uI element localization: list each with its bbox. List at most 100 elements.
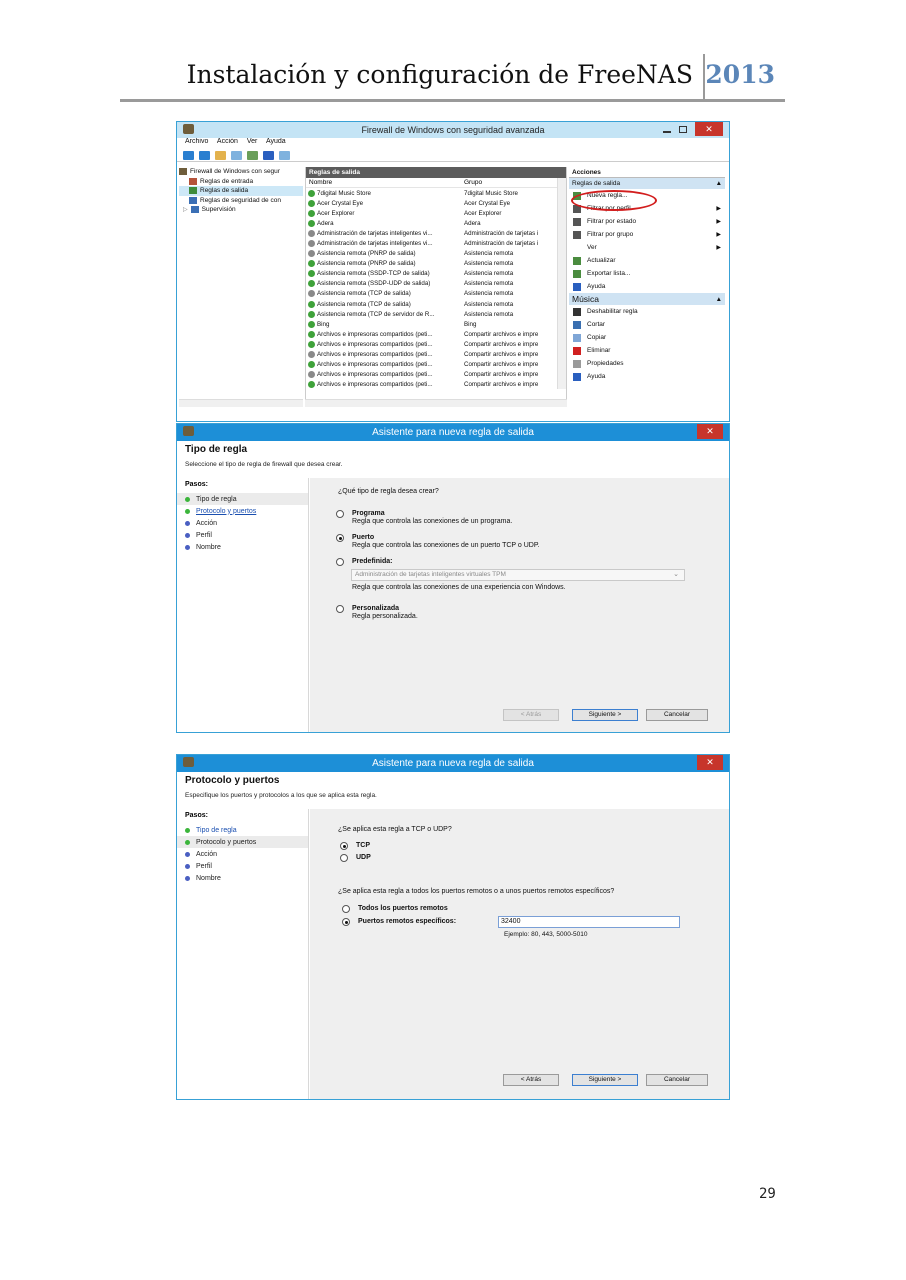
export-icon (573, 269, 581, 278)
rules-vertical-scrollbar[interactable] (557, 178, 566, 389)
action-item[interactable]: Copiar (569, 331, 725, 344)
option-predefined[interactable]: Predefinida: (336, 558, 392, 566)
tree-item-root[interactable]: Firewall de Windows con segur (179, 167, 303, 177)
column-name[interactable]: Nombre (306, 178, 464, 187)
folder-up-icon[interactable] (215, 150, 226, 160)
table-row[interactable]: Asistencia remota (TCP de salida) Asisten… (306, 289, 566, 299)
table-row[interactable]: Bing Bing (306, 319, 566, 329)
option-all-ports[interactable]: Todos los puertos remotos (342, 905, 448, 913)
actions-group-selected-rule[interactable]: Música ▲ (569, 293, 725, 305)
tree-item-monitoring[interactable]: ▷ Supervisión (179, 205, 303, 215)
table-row[interactable]: Archivos e impresoras compartidos (peti.… (306, 360, 566, 370)
radio-specific-ports[interactable] (342, 918, 350, 926)
cancel-button[interactable]: Cancelar (646, 1074, 708, 1086)
table-row[interactable]: Archivos e impresoras compartidos (peti.… (306, 339, 566, 349)
action-item[interactable]: Filtrar por estado ▶ (569, 215, 725, 228)
table-row[interactable]: Administración de tarjetas inteligentes … (306, 228, 566, 238)
rule-enabled-icon (308, 199, 315, 207)
table-row[interactable]: Archivos e impresoras compartidos (peti.… (306, 350, 566, 360)
radio-port[interactable] (336, 534, 344, 542)
radio-all-ports[interactable] (342, 905, 350, 913)
table-row[interactable]: Asistencia remota (TCP de servidor de R.… (306, 309, 566, 319)
rule-enabled-icon (308, 219, 315, 227)
option-custom[interactable]: Personalizada Regla personalizada. (336, 605, 418, 620)
table-row[interactable]: Archivos e impresoras compartidos (peti.… (306, 380, 566, 390)
option-specific-ports[interactable]: Puertos remotos específicos: (342, 918, 456, 926)
radio-custom[interactable] (336, 605, 344, 613)
back-arrow-icon[interactable] (183, 150, 194, 160)
option-tcp[interactable]: TCP (340, 842, 370, 850)
action-item[interactable]: Ver ▶ (569, 241, 725, 254)
table-row[interactable]: Asistencia remota (PNRP de salida) Asiste… (306, 249, 566, 259)
tree-item-inbound[interactable]: Reglas de entrada (179, 177, 303, 187)
column-group[interactable]: Grupo (464, 178, 558, 187)
table-row[interactable]: Archivos e impresoras compartidos (peti.… (306, 370, 566, 380)
back-button[interactable]: < Atrás (503, 709, 559, 721)
cancel-button[interactable]: Cancelar (646, 709, 708, 721)
table-row[interactable]: Acer Crystal Eye Acer Crystal Eye (306, 198, 566, 208)
option-program[interactable]: Programa Regla que controla las conexione… (336, 510, 512, 525)
expand-arrow-icon[interactable]: ▷ (183, 206, 188, 213)
step-protocol-ports[interactable]: Protocolo y puertos (177, 505, 308, 517)
actions-group-outbound[interactable]: Reglas de salida ▲ (569, 178, 725, 189)
table-row[interactable]: Adera Adera (306, 218, 566, 228)
action-item[interactable]: Filtrar por grupo ▶ (569, 228, 725, 241)
table-row[interactable]: Administración de tarjetas inteligentes … (306, 238, 566, 248)
table-row[interactable]: 7digital Music Store 7digital Music Store (306, 188, 566, 198)
tree-item-outbound[interactable]: Reglas de salida (179, 186, 303, 196)
action-item[interactable]: Exportar lista... (569, 267, 725, 280)
step-rule-type[interactable]: Tipo de regla (177, 493, 308, 505)
tree-item-connection-security[interactable]: Reglas de seguridad de con (179, 196, 303, 206)
back-button[interactable]: < Atrás (503, 1074, 559, 1086)
radio-udp[interactable] (340, 854, 348, 862)
action-item[interactable]: Deshabilitar regla (569, 305, 725, 318)
option-port[interactable]: Puerto Regla que controla las conexiones … (336, 534, 540, 549)
forward-arrow-icon[interactable] (199, 150, 210, 160)
action-item[interactable]: Actualizar (569, 254, 725, 267)
radio-tcp[interactable] (340, 842, 348, 850)
menu-archivo[interactable]: Archivo (185, 138, 208, 145)
rules-horizontal-scrollbar[interactable] (305, 399, 567, 407)
table-row[interactable]: Archivos e impresoras compartidos (peti.… (306, 329, 566, 339)
tree-horizontal-scrollbar[interactable] (179, 399, 303, 407)
next-button[interactable]: Siguiente > (572, 709, 638, 721)
option-udp[interactable]: UDP (340, 854, 371, 862)
rule-name-cell: Asistencia remota (TCP de salida) (306, 290, 464, 298)
close-button[interactable]: ✕ (697, 755, 723, 770)
menu-accion[interactable]: Acción (217, 138, 238, 145)
radio-program[interactable] (336, 510, 344, 518)
radio-predefined[interactable] (336, 558, 344, 566)
table-row[interactable]: Asistencia remota (PNRP de salida) Asiste… (306, 259, 566, 269)
export-icon[interactable] (247, 150, 258, 160)
help-icon[interactable] (263, 150, 274, 160)
step-rule-type[interactable]: Tipo de regla (177, 824, 308, 836)
table-row[interactable]: Asistencia remota (SSDP-TCP de salida) As… (306, 269, 566, 279)
wizard1-steps: Pasos: Tipo de regla Protocolo y puertos… (177, 478, 309, 732)
show-action-pane-icon[interactable] (279, 150, 290, 160)
rule-name-cell: Archivos e impresoras compartidos (peti.… (306, 340, 464, 348)
close-button[interactable]: ✕ (695, 122, 723, 136)
action-item[interactable]: Ayuda (569, 280, 725, 293)
remote-ports-input[interactable]: 32400 (498, 916, 680, 928)
predefined-dropdown[interactable]: Administración de tarjetas inteligentes … (351, 569, 685, 581)
action-item[interactable]: Propiedades (569, 357, 725, 370)
action-item[interactable]: Ayuda (569, 370, 725, 383)
next-button[interactable]: Siguiente > (572, 1074, 638, 1086)
maximize-icon[interactable] (679, 126, 687, 133)
highlight-circle (571, 190, 657, 211)
table-row[interactable]: Asistencia remota (TCP de salida) Asisten… (306, 299, 566, 309)
collapse-icon[interactable]: ▲ (716, 296, 722, 303)
table-row[interactable]: Acer Explorer Acer Explorer (306, 208, 566, 218)
rule-name-cell: Administración de tarjetas inteligentes … (306, 229, 464, 237)
submenu-arrow-icon: ▶ (716, 245, 721, 251)
collapse-icon[interactable]: ▲ (716, 180, 722, 187)
table-row[interactable]: Asistencia remota (SSDP-UDP de salida) As… (306, 279, 566, 289)
menu-ver[interactable]: Ver (247, 138, 258, 145)
action-item[interactable]: Cortar (569, 318, 725, 331)
minimize-icon[interactable] (663, 131, 671, 133)
action-item[interactable]: Eliminar (569, 344, 725, 357)
menu-ayuda[interactable]: Ayuda (266, 138, 286, 145)
close-button[interactable]: ✕ (697, 424, 723, 439)
step-protocol-ports[interactable]: Protocolo y puertos (177, 836, 308, 848)
show-hide-tree-icon[interactable] (231, 150, 242, 160)
